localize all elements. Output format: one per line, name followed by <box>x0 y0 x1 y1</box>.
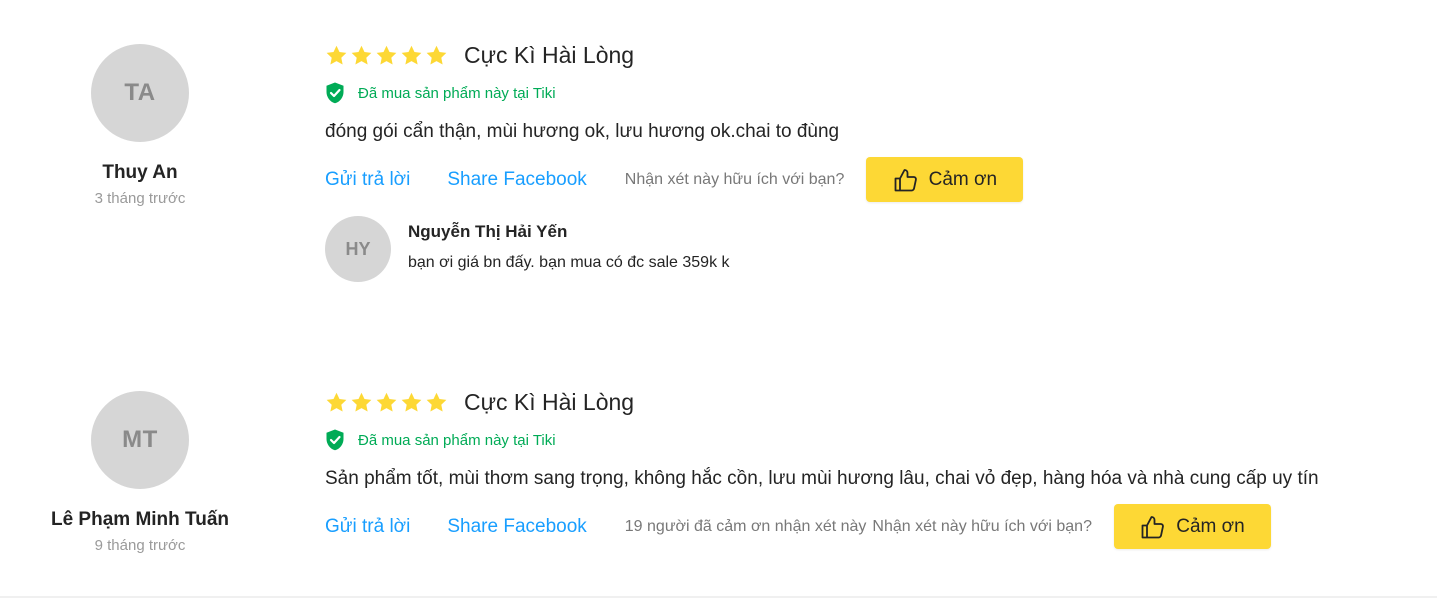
review-text: đóng gói cẩn thận, mùi hương ok, lưu hươ… <box>325 121 840 142</box>
star-rating <box>325 391 448 414</box>
star-icon <box>401 45 422 65</box>
rating-title: Cực Kì Hài Lòng <box>464 389 635 415</box>
reply-link[interactable]: Gửi trả lời <box>325 169 410 191</box>
review-author: TA Thuy An 3 tháng trước <box>20 44 260 207</box>
star-icon <box>376 45 397 65</box>
reply-author-name: Nguyễn Thị Hải Yến <box>408 222 568 241</box>
thanks-button-label: Cảm ơn <box>928 168 998 190</box>
thanks-count: 19 người đã cảm ơn nhận xét này <box>624 517 867 535</box>
reply-body: Nguyễn Thị Hải Yến bạn ơi giá bn đấy. bạ… <box>408 216 730 272</box>
review-item: MT Lê Phạm Minh Tuấn 9 tháng trước Cực K… <box>0 347 1437 597</box>
review-actions: Gửi trả lời Share Facebook 19 người đã c… <box>325 504 1271 549</box>
star-icon <box>351 45 372 65</box>
reply-text: bạn ơi giá bn đấy. bạn mua có đc sale 35… <box>408 254 730 271</box>
star-icon <box>351 392 372 412</box>
review-text: Sản phẩm tốt, mùi thơm sang trọng, không… <box>325 468 1319 489</box>
helpful-question: Nhận xét này hữu ích với bạn? <box>624 170 845 188</box>
review-actions: Gửi trả lời Share Facebook Nhận xét này … <box>325 157 1024 202</box>
thanks-button[interactable]: Cảm ơn <box>1113 504 1271 549</box>
helpful-question: Nhận xét này hữu ích với bạn? <box>872 517 1092 535</box>
star-rating <box>325 44 448 67</box>
star-icon <box>326 45 347 65</box>
thumbs-up-icon <box>894 168 917 191</box>
shield-check-icon <box>326 429 344 451</box>
share-facebook-link[interactable]: Share Facebook <box>447 516 586 538</box>
share-facebook-link[interactable]: Share Facebook <box>447 169 586 191</box>
star-icon <box>426 392 447 412</box>
rating-title: Cực Kì Hài Lòng <box>464 42 635 68</box>
star-icon <box>426 45 447 65</box>
thumbs-up-icon <box>1141 515 1165 538</box>
verified-text: Đã mua sản phẩm này tại Tiki <box>358 84 556 102</box>
rating-row: Cực Kì Hài Lòng <box>325 42 634 69</box>
reply-item: HY Nguyễn Thị Hải Yến bạn ơi giá bn đấy.… <box>325 216 730 282</box>
avatar: MT <box>91 391 189 489</box>
rating-row: Cực Kì Hài Lòng <box>325 389 634 416</box>
divider <box>0 596 1437 598</box>
verified-text: Đã mua sản phẩm này tại Tiki <box>358 431 556 449</box>
star-icon <box>401 392 422 412</box>
author-name: Lê Phạm Minh Tuấn <box>50 509 230 530</box>
review-author: MT Lê Phạm Minh Tuấn 9 tháng trước <box>20 391 260 554</box>
reply-link[interactable]: Gửi trả lời <box>325 516 410 538</box>
thanks-button[interactable]: Cảm ơn <box>866 157 1024 202</box>
avatar: HY <box>325 216 391 282</box>
star-icon <box>376 392 397 412</box>
verified-purchase: Đã mua sản phẩm này tại Tiki <box>325 429 556 451</box>
review-list: TA Thuy An 3 tháng trước Cực Kì Hài Lòng <box>0 0 1437 600</box>
thanks-button-label: Cảm ơn <box>1176 515 1245 537</box>
review-item: TA Thuy An 3 tháng trước Cực Kì Hài Lòng <box>0 0 1437 330</box>
star-icon <box>326 392 347 412</box>
author-name: Thuy An <box>102 162 178 183</box>
review-time: 9 tháng trước <box>94 537 186 554</box>
shield-check-icon <box>326 82 344 104</box>
avatar: TA <box>91 44 189 142</box>
review-time: 3 tháng trước <box>94 190 186 207</box>
verified-purchase: Đã mua sản phẩm này tại Tiki <box>325 82 556 104</box>
